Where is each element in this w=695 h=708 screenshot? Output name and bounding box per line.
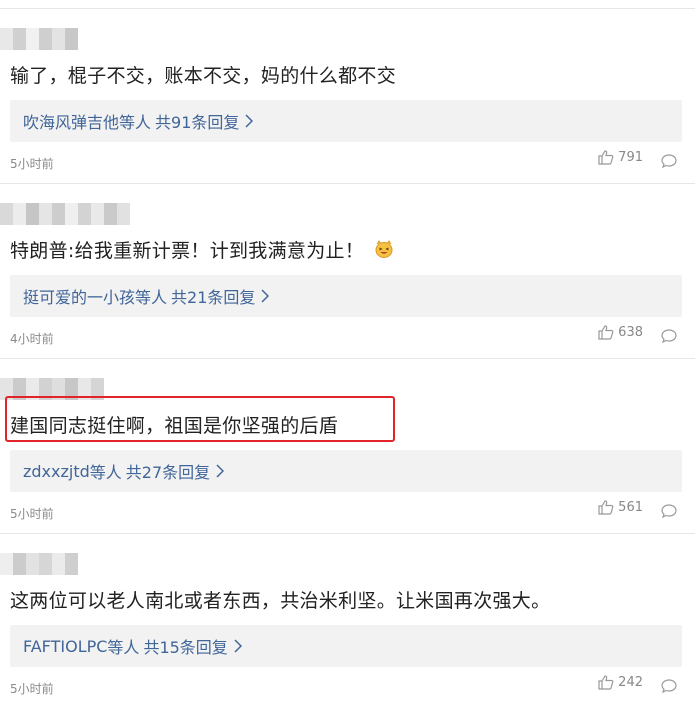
comment-bubble-icon[interactable] [661,153,677,172]
reply-users: 吹海风弹吉他 [23,113,120,132]
reply-count: 共15条回复 [143,638,228,657]
chevron-right-icon [245,114,254,128]
laughing-face-emoji [374,240,394,263]
comment-bubble-icon[interactable] [661,503,677,522]
timestamp: 4小时前 [10,332,54,346]
chevron-right-icon [261,289,270,303]
reply-users: zdxxzjtd [23,461,90,481]
chevron-right-icon [234,639,242,653]
comment-text: 这两位可以老人南北或者东西，共治米利坚。让米国再次强大。 [10,590,551,612]
comment-text-content: 特朗普:给我重新计票！计到我满意为止！ [10,240,365,262]
reply-users: 挺可爱的一小孩 [23,288,136,307]
like-count: 638 [618,325,643,340]
reply-suffix: 等人 [135,288,168,307]
comment-text: 特朗普:给我重新计票！计到我满意为止！ [10,236,394,263]
like-button[interactable]: 242 [598,675,643,690]
blurred-username[interactable] [0,28,78,50]
reply-suffix: 等人 [89,463,122,482]
highlight-annotation-box [5,396,395,442]
reply-count: 共21条回复 [171,288,256,307]
timestamp: 5小时前 [10,682,54,696]
like-button[interactable]: 561 [598,500,643,515]
comment-text: 输了，棍子不交，账本不交，妈的什么都不交 [10,65,397,87]
comment-item: 这两位可以老人南北或者东西，共治米利坚。让米国再次强大。 FAFTIOLPC 等人… [0,533,695,708]
comment-item: 输了，棍子不交，账本不交，妈的什么都不交 吹海风弹吉他 等人 共91条回复 5小时前… [0,8,695,183]
like-count: 242 [618,675,643,690]
reply-users: FAFTIOLPC [23,636,108,656]
replies-link[interactable]: 吹海风弹吉他 等人 共91条回复 [10,100,682,142]
reply-suffix: 等人 [107,638,140,657]
like-button[interactable]: 638 [598,325,643,340]
reply-count: 共91条回复 [155,113,240,132]
chevron-right-icon [216,464,225,478]
replies-link[interactable]: zdxxzjtd 等人 共27条回复 [10,450,682,492]
timestamp: 5小时前 [10,507,54,521]
replies-link[interactable]: FAFTIOLPC 等人 共15条回复 [10,625,682,667]
blurred-username[interactable] [0,553,78,575]
like-count: 561 [618,500,643,515]
reply-suffix: 等人 [119,113,152,132]
like-count: 791 [618,150,643,165]
comment-item: 特朗普:给我重新计票！计到我满意为止！ 挺可爱的一小孩 等人 共21条回复 4小时前… [0,183,695,358]
timestamp: 5小时前 [10,157,54,171]
thumbs-up-icon [598,500,614,515]
like-button[interactable]: 791 [598,150,643,165]
comment-bubble-icon[interactable] [661,678,677,697]
reply-count: 共27条回复 [125,463,211,482]
thumbs-up-icon [598,150,614,165]
thumbs-up-icon [598,675,614,690]
comment-bubble-icon[interactable] [661,328,677,347]
blurred-username[interactable] [0,203,130,225]
thumbs-up-icon [598,325,614,340]
comment-item: 建国同志挺住啊，祖国是你坚强的后盾 zdxxzjtd 等人 共27条回复 5小时前 … [0,358,695,533]
replies-link[interactable]: 挺可爱的一小孩 等人 共21条回复 [10,275,682,317]
